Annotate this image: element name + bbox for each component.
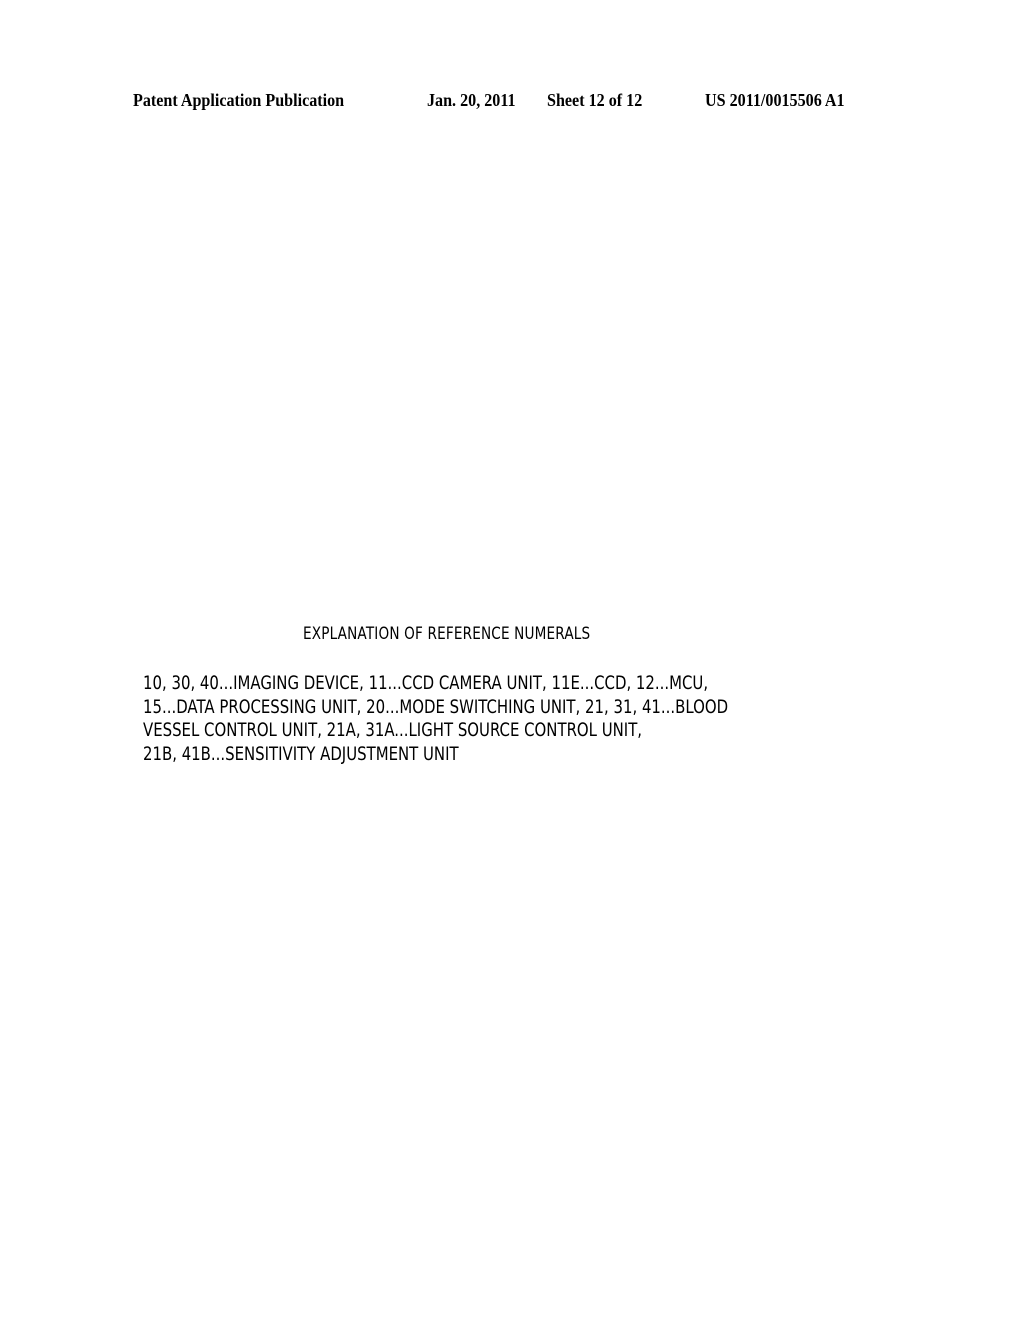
publication-number: US 2011/0015506 A1 — [705, 90, 845, 110]
reference-line: 10, 30, 40...IMAGING DEVICE, 11...CCD CA… — [143, 672, 709, 694]
page-header: Patent Application Publication Jan. 20, … — [0, 90, 1024, 114]
publication-date: Jan. 20, 2011 — [427, 90, 516, 110]
reference-numerals-list: 10, 30, 40...IMAGING DEVICE, 11...CCD CA… — [143, 672, 850, 766]
publication-type: Patent Application Publication — [133, 90, 345, 110]
reference-line: 15...DATA PROCESSING UNIT, 20...MODE SWI… — [143, 695, 729, 718]
sheet-number: Sheet 12 of 12 — [547, 90, 643, 110]
section-title: EXPLANATION OF REFERENCE NUMERALS — [303, 624, 591, 644]
reference-line: VESSEL CONTROL UNIT, 21A, 31A...LIGHT SO… — [143, 719, 643, 741]
reference-line: 21B, 41B...SENSITIVITY ADJUSTMENT UNIT — [143, 742, 459, 765]
